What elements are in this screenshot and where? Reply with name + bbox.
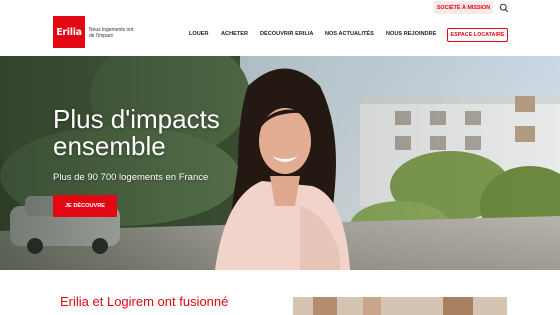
nav-item-decouvrir-erilia[interactable]: DÉCOUVRIR ERILIA (260, 31, 313, 37)
nav-item-acheter[interactable]: ACHETER (221, 31, 248, 37)
brand-tagline: Nous logements ont de l'impact (89, 27, 134, 39)
nav-item-nos-actualites[interactable]: NOS ACTUALITÉS (325, 31, 374, 37)
news-thumbnail[interactable] (293, 297, 507, 315)
news-thumbnail-image (293, 297, 507, 315)
search-icon[interactable] (499, 3, 509, 13)
hero-title: Plus d'impacts ensemble (53, 104, 220, 161)
nav-item-nous-rejoindre[interactable]: NOUS REJOINDRE (386, 31, 436, 37)
espace-locataire-button[interactable]: ESPACE LOCATAIRE (447, 28, 508, 42)
news-title[interactable]: Erilia et Logirem ont fusionné (60, 294, 228, 309)
hero-subtitle: Plus de 90 700 logements en France (53, 172, 209, 183)
site-header: Erilia Nous logements ont de l'impact SO… (0, 0, 560, 56)
societe-a-mission-button[interactable]: SOCIÉTÉ À MISSION (434, 1, 493, 14)
nav-item-louer[interactable]: LOUER (189, 31, 209, 37)
hero-banner: Plus d'impacts ensemble Plus de 90 700 l… (0, 56, 560, 270)
erilia-logo[interactable]: Erilia (53, 16, 85, 48)
logo-text: Erilia (56, 26, 82, 38)
hero-photo (0, 56, 560, 270)
je-decouvre-button[interactable]: JE DÉCOUVRE (53, 195, 117, 217)
